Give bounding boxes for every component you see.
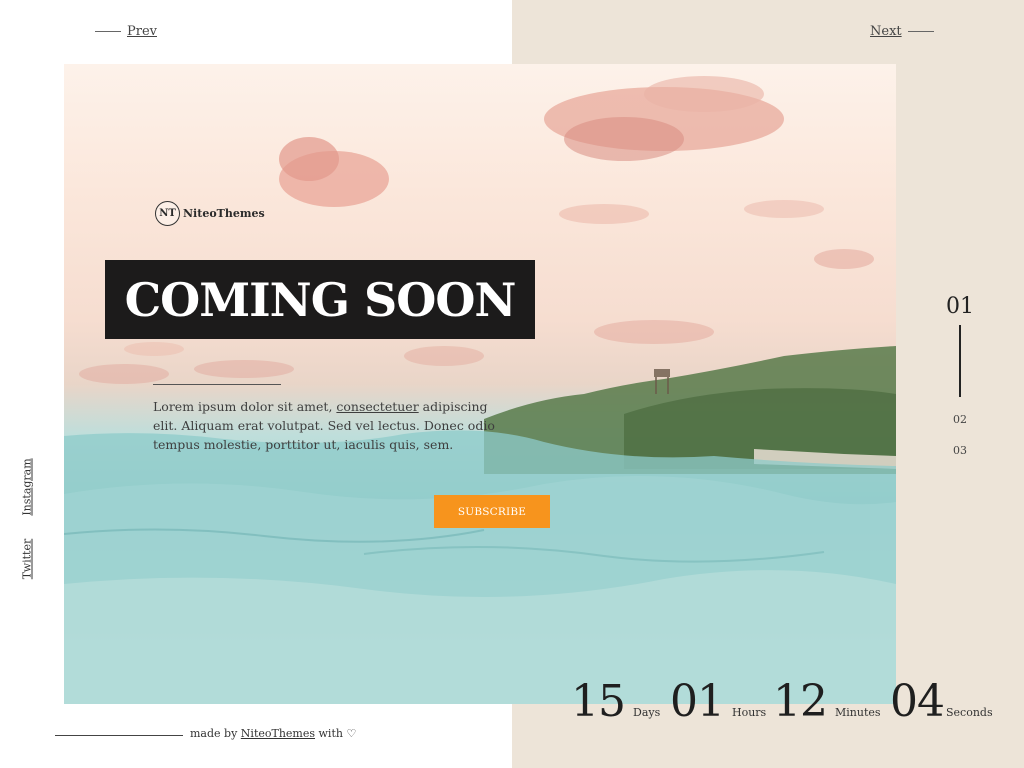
slide-indicator-bar	[959, 325, 961, 397]
countdown-minutes: 12 Minutes	[773, 676, 881, 727]
description-link[interactable]: consectetuer	[336, 399, 418, 414]
footer-brand-link[interactable]: NiteoThemes	[241, 727, 315, 740]
countdown-days-label: Days	[633, 706, 661, 719]
countdown-seconds: 04 Seconds	[890, 676, 993, 727]
brand[interactable]: NT NiteoThemes	[155, 201, 265, 226]
title-box: COMING SOON	[105, 260, 535, 339]
slide-indicator-02[interactable]: 02	[940, 413, 980, 426]
countdown-minutes-label: Minutes	[835, 706, 881, 719]
heart-icon: ♡	[346, 727, 357, 740]
slide-indicator-03[interactable]: 03	[940, 444, 980, 457]
brand-logo-icon: NT	[155, 201, 180, 226]
slide-indicator-active[interactable]: 01	[930, 294, 990, 319]
prev-line	[95, 31, 121, 32]
countdown-days: 15 Days	[571, 676, 660, 727]
countdown-seconds-label: Seconds	[946, 706, 993, 719]
countdown-minutes-value: 12	[773, 676, 828, 727]
prev-link[interactable]: Prev	[95, 24, 157, 39]
page-title: COMING SOON	[124, 272, 517, 327]
subscribe-button[interactable]: SUBSCRIBE	[434, 495, 550, 528]
countdown-hours-value: 01	[670, 676, 725, 727]
description: Lorem ipsum dolor sit amet, consectetuer…	[153, 397, 505, 454]
countdown-hours: 01 Hours	[670, 676, 766, 727]
description-text-start: Lorem ipsum dolor sit amet,	[153, 399, 337, 414]
footer-credit: made by NiteoThemes with ♡	[190, 727, 356, 740]
footer-divider	[55, 735, 183, 736]
twitter-link[interactable]: Twitter	[21, 539, 34, 580]
prev-label: Prev	[127, 24, 157, 39]
brand-name: NiteoThemes	[183, 207, 265, 220]
countdown-days-value: 15	[571, 676, 626, 727]
next-line	[907, 31, 934, 32]
next-label: Next	[870, 24, 902, 39]
description-divider	[153, 384, 281, 385]
countdown-seconds-value: 04	[890, 676, 945, 727]
countdown-hours-label: Hours	[732, 706, 767, 719]
footer-with: with	[318, 727, 343, 740]
instagram-link[interactable]: Instagram	[21, 458, 34, 515]
next-link[interactable]: Next	[870, 24, 934, 39]
footer-made-by: made by	[190, 727, 238, 740]
